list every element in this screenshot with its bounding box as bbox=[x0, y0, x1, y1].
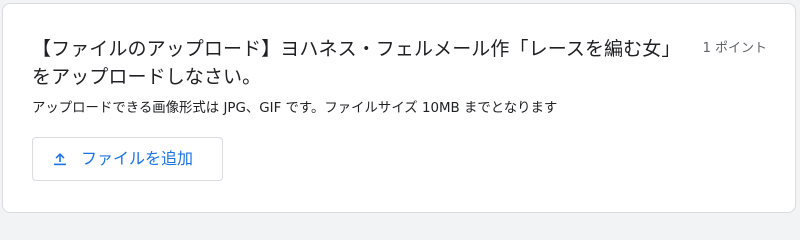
add-file-button[interactable]: ファイルを追加 bbox=[32, 137, 223, 181]
points-label: 1 ポイント bbox=[702, 41, 767, 56]
upload-helper-text: アップロードできる画像形式は JPG、GIF です。ファイルサイズ 10MB ま… bbox=[32, 101, 558, 116]
question-card: 【ファイルのアップロード】ヨハネス・フェルメール作「レースを編む女」をアップロー… bbox=[2, 3, 796, 213]
upload-icon bbox=[51, 150, 69, 168]
add-file-button-label: ファイルを追加 bbox=[81, 149, 194, 168]
question-title: 【ファイルのアップロード】ヨハネス・フェルメール作「レースを編む女」をアップロー… bbox=[32, 38, 681, 88]
